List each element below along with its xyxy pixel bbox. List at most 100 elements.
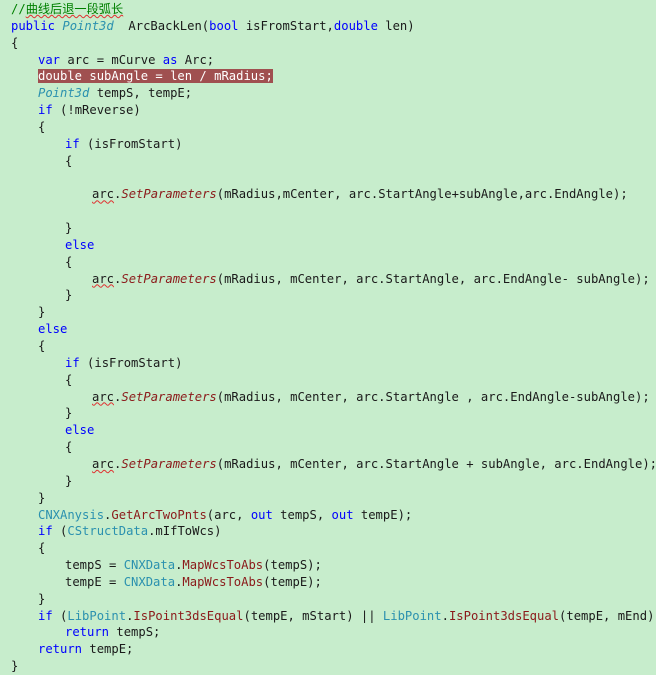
code-line[interactable]: public Point3d ArcBackLen(bool isFromSta… [11,18,415,35]
code-line[interactable]: //曲线后退一段弧长 [11,1,123,18]
code-token: EndAngle [554,187,613,202]
code-line[interactable]: Point3d tempS, tempE; [38,85,192,102]
code-line[interactable]: tempS = CNXData.MapWcsToAbs(tempS); [65,557,322,574]
code-token: as [162,52,178,67]
code-token: IsPoint3dsEqual [448,608,560,623]
code-token: if [65,136,80,151]
code-token: StartAngle [385,456,459,471]
code-token: (arc, [206,507,251,522]
code-token: CNXAnysis [38,507,105,522]
code-token: Point3d [38,86,90,101]
code-line[interactable]: } [38,304,45,321]
code-token: arc [92,456,115,471]
code-token: + subAngle, arc. [458,456,584,471]
code-token: , arc. [458,389,511,404]
code-token: 曲线后退一段弧长 [25,2,124,16]
code-line[interactable]: } [38,490,45,507]
code-token: (mRadius,mCenter, arc. [216,187,379,202]
code-line[interactable]: { [11,35,18,52]
code-token: EndAngle [510,389,569,404]
code-token: bool [209,18,239,33]
code-line[interactable]: CNXAnysis.GetArcTwoPnts(arc, out tempS, … [38,507,412,524]
code-token: if [38,524,53,539]
code-token: (mRadius, mCenter, arc. [216,271,386,286]
code-line[interactable]: } [38,591,45,608]
code-token: CNXData [123,574,176,589]
code-token: ( [52,524,68,539]
code-token: } [38,591,46,606]
code-token: SetParameters [121,271,217,286]
code-line[interactable]: if (CStructData.mIfToWcs) [38,523,221,540]
code-token: return [65,625,110,640]
code-line[interactable]: else [65,237,94,254]
code-token: tempS, [272,507,332,522]
code-token: { [38,339,46,353]
code-token: CStructData [67,524,149,539]
code-line[interactable]: { [65,439,72,456]
code-line[interactable]: { [38,540,45,557]
code-token: (mRadius, mCenter, arc. [216,389,386,404]
code-line[interactable]: } [65,473,72,490]
code-token: } [65,221,73,236]
code-token: ( [52,608,68,623]
code-line[interactable]: { [65,254,72,271]
code-line[interactable]: { [38,338,45,355]
code-token: (tempE, mStart) || [243,608,383,623]
code-line[interactable]: } [65,287,72,304]
code-token: } [65,473,73,488]
code-token: { [65,153,73,168]
code-token: , arc. [458,271,503,286]
code-line[interactable]: else [38,321,67,338]
code-line[interactable]: tempE = CNXData.MapWcsToAbs(tempE); [65,574,322,591]
code-token: if [38,103,53,118]
code-token: // [11,2,26,16]
code-token: +subAngle,arc. [451,187,555,202]
code-token: (tempE, mEnd)) [559,608,656,623]
code-token: StartAngle [378,187,452,202]
code-line[interactable]: if (LibPoint.IsPoint3dsEqual(tempE, mSta… [38,608,656,625]
code-line[interactable]: if (isFromStart) [65,136,182,153]
code-token: var [38,52,61,67]
code-token: (tempS); [263,558,322,573]
code-token: subAngle = len / mRadius; [82,69,273,84]
code-line[interactable]: { [65,153,72,170]
code-line[interactable]: } [65,405,72,422]
code-line[interactable]: } [65,220,72,237]
code-token: public [11,18,63,33]
code-line[interactable]: arc.SetParameters(mRadius, mCenter, arc.… [92,456,656,473]
code-token: tempS; [109,625,161,640]
code-line[interactable]: arc.SetParameters(mRadius, mCenter, arc.… [92,389,650,406]
code-line[interactable]: arc.SetParameters(mRadius,mCenter, arc.S… [92,186,628,203]
code-editor[interactable]: //曲线后退一段弧长 public Point3d ArcBackLen(bool… [0,0,656,673]
code-line[interactable]: else [65,422,94,439]
code-line[interactable]: { [65,372,72,389]
code-token: } [38,490,46,505]
code-token: SetParameters [121,389,217,404]
code-token: Arc; [177,52,215,67]
code-line[interactable]: return tempS; [65,624,160,641]
code-token: } [65,406,73,421]
code-token: (mRadius, mCenter, arc. [216,456,386,471]
code-line[interactable]: var arc = mCurve as Arc; [38,52,214,69]
code-token: out [331,507,354,522]
code-token: tempE = [65,574,124,589]
code-token: { [11,35,19,50]
code-line[interactable]: if (isFromStart) [65,355,182,372]
code-line[interactable]: return tempE; [38,641,133,658]
code-token: arc [92,187,115,202]
code-token: { [38,541,46,556]
code-token: len) [377,18,415,33]
code-token: LibPoint [382,608,442,623]
code-line[interactable]: { [38,119,45,136]
code-line-selected[interactable]: double subAngle = len / mRadius; [38,68,273,85]
code-token: ); [613,187,628,202]
code-token: -subAngle); [568,389,650,404]
code-token: if [38,608,53,623]
code-line[interactable]: if (!mReverse) [38,102,141,119]
code-token: GetArcTwoPnts [111,507,207,522]
code-token: EndAngle [583,456,643,471]
code-token: double [333,18,378,33]
code-token: .mIfToWcs) [148,524,222,539]
code-line[interactable]: arc.SetParameters(mRadius, mCenter, arc.… [92,271,650,288]
code-token: { [65,440,73,455]
